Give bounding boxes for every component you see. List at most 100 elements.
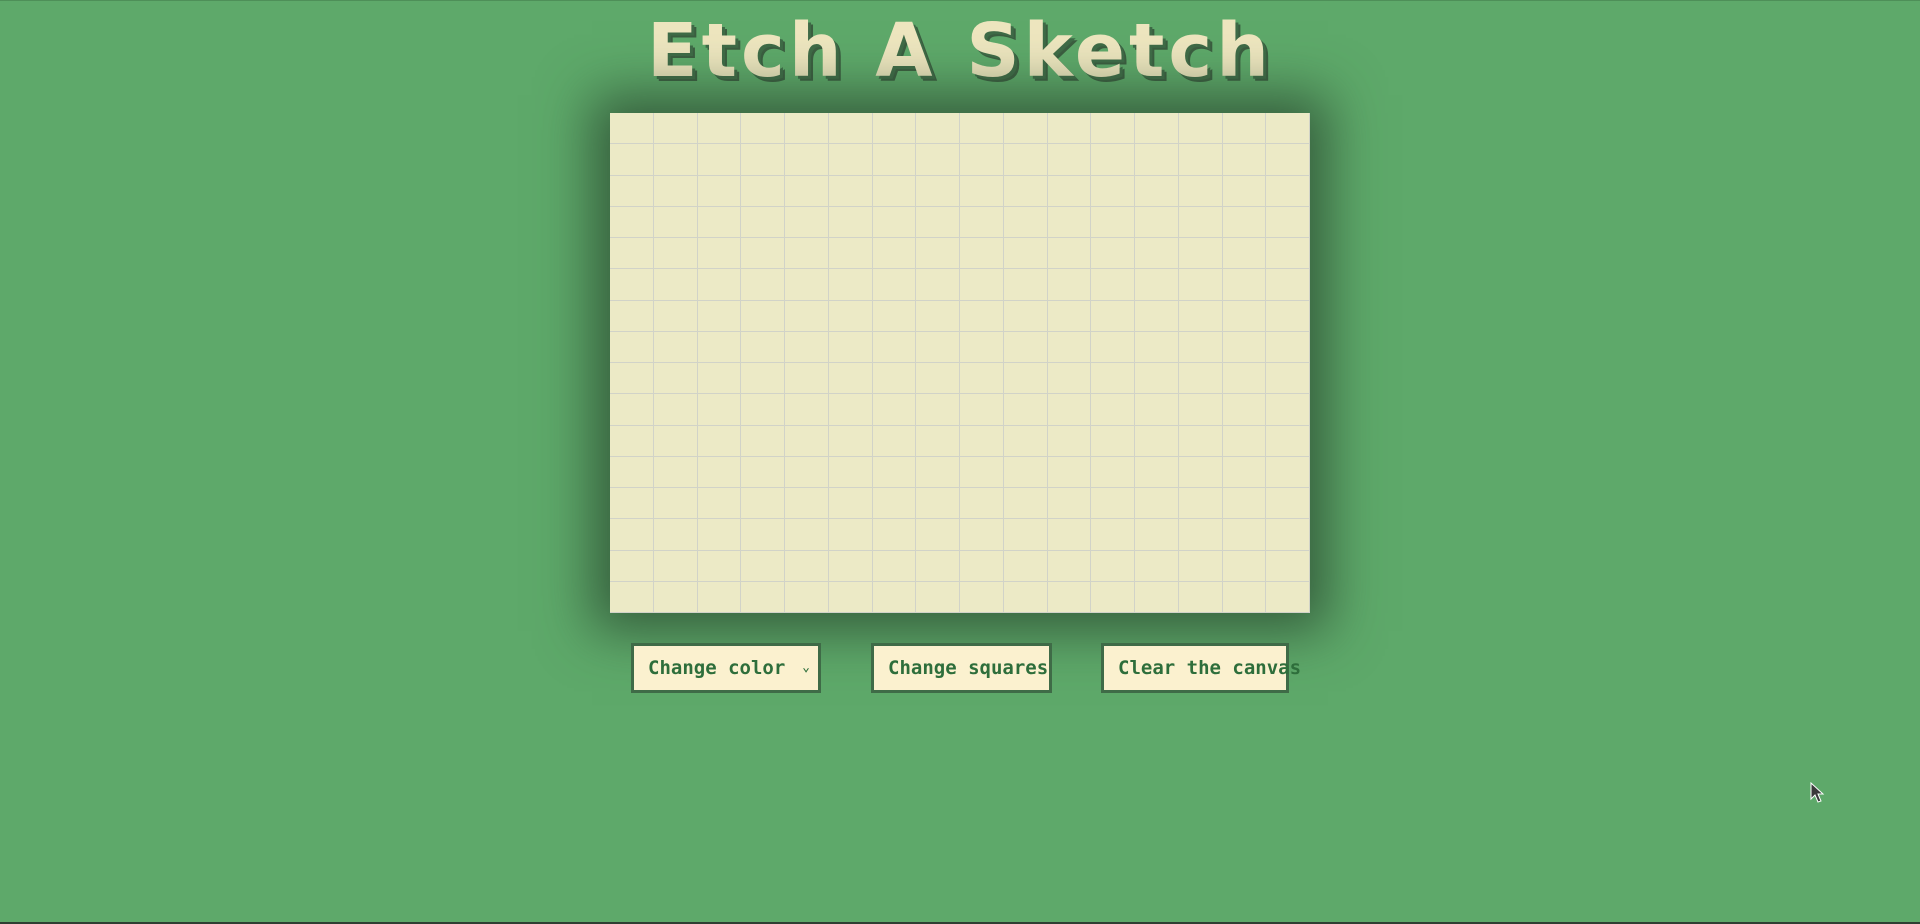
grid-cell[interactable] — [1047, 269, 1092, 301]
grid-cell[interactable] — [1266, 519, 1310, 551]
grid-cell[interactable] — [610, 144, 654, 176]
grid-cell[interactable] — [741, 238, 785, 270]
grid-cell[interactable] — [1266, 550, 1310, 582]
grid-cell[interactable] — [1091, 144, 1135, 176]
grid-cell[interactable] — [872, 394, 917, 426]
grid-cell[interactable] — [1091, 300, 1135, 332]
grid-cell[interactable] — [1047, 175, 1092, 207]
grid-cell[interactable] — [697, 238, 742, 270]
grid-cell[interactable] — [916, 519, 960, 551]
grid-cell[interactable] — [828, 269, 873, 301]
grid-cell[interactable] — [1266, 238, 1310, 270]
grid-cell[interactable] — [1178, 175, 1223, 207]
grid-cell[interactable] — [610, 238, 654, 270]
change-squares-button[interactable]: Change squares — [871, 643, 1052, 693]
grid-cell[interactable] — [741, 113, 785, 145]
grid-cell[interactable] — [1178, 394, 1223, 426]
grid-cell[interactable] — [741, 394, 785, 426]
grid-cell[interactable] — [741, 456, 785, 488]
grid-cell[interactable] — [828, 206, 873, 238]
grid-cell[interactable] — [960, 425, 1004, 457]
grid-cell[interactable] — [1266, 331, 1310, 363]
grid-cell[interactable] — [741, 519, 785, 551]
grid-cell[interactable] — [872, 175, 917, 207]
grid-cell[interactable] — [828, 238, 873, 270]
grid-cell[interactable] — [1222, 300, 1267, 332]
grid-cell[interactable] — [1047, 206, 1092, 238]
grid-cell[interactable] — [697, 113, 742, 145]
grid-cell[interactable] — [1178, 144, 1223, 176]
grid-cell[interactable] — [1135, 113, 1179, 145]
grid-cell[interactable] — [960, 206, 1004, 238]
grid-cell[interactable] — [1091, 425, 1135, 457]
grid-cell[interactable] — [1178, 331, 1223, 363]
grid-cell[interactable] — [785, 175, 829, 207]
grid-cell[interactable] — [1135, 269, 1179, 301]
grid-cell[interactable] — [1047, 581, 1092, 613]
grid-cell[interactable] — [1003, 175, 1048, 207]
grid-cell[interactable] — [1047, 550, 1092, 582]
grid-cell[interactable] — [785, 425, 829, 457]
grid-cell[interactable] — [1135, 238, 1179, 270]
grid-cell[interactable] — [960, 519, 1004, 551]
grid-cell[interactable] — [697, 488, 742, 520]
grid-cell[interactable] — [1003, 394, 1048, 426]
grid-cell[interactable] — [785, 394, 829, 426]
grid-cell[interactable] — [697, 300, 742, 332]
grid-cell[interactable] — [960, 269, 1004, 301]
grid-cell[interactable] — [653, 144, 698, 176]
grid-cell[interactable] — [1003, 425, 1048, 457]
grid-cell[interactable] — [1047, 394, 1092, 426]
grid-cell[interactable] — [1178, 269, 1223, 301]
grid-cell[interactable] — [653, 550, 698, 582]
grid-cell[interactable] — [697, 394, 742, 426]
grid-cell[interactable] — [872, 519, 917, 551]
grid-cell[interactable] — [960, 394, 1004, 426]
grid-cell[interactable] — [785, 331, 829, 363]
grid-cell[interactable] — [916, 206, 960, 238]
grid-cell[interactable] — [872, 144, 917, 176]
grid-cell[interactable] — [960, 144, 1004, 176]
grid-cell[interactable] — [1003, 519, 1048, 551]
grid-cell[interactable] — [697, 550, 742, 582]
grid-cell[interactable] — [1266, 300, 1310, 332]
grid-cell[interactable] — [960, 456, 1004, 488]
grid-cell[interactable] — [653, 113, 698, 145]
grid-cell[interactable] — [1047, 519, 1092, 551]
grid-cell[interactable] — [872, 113, 917, 145]
grid-cell[interactable] — [741, 550, 785, 582]
grid-cell[interactable] — [1178, 488, 1223, 520]
grid-cell[interactable] — [1135, 331, 1179, 363]
grid-cell[interactable] — [960, 238, 1004, 270]
grid-cell[interactable] — [653, 363, 698, 395]
grid-cell[interactable] — [1003, 238, 1048, 270]
grid-cell[interactable] — [872, 238, 917, 270]
grid-cell[interactable] — [872, 550, 917, 582]
grid-cell[interactable] — [828, 519, 873, 551]
grid-cell[interactable] — [1003, 113, 1048, 145]
grid-cell[interactable] — [1091, 206, 1135, 238]
grid-cell[interactable] — [1266, 581, 1310, 613]
grid-cell[interactable] — [1135, 425, 1179, 457]
grid-cell[interactable] — [741, 144, 785, 176]
grid-cell[interactable] — [1266, 113, 1310, 145]
grid-cell[interactable] — [697, 425, 742, 457]
grid-cell[interactable] — [1135, 300, 1179, 332]
grid-cell[interactable] — [1047, 144, 1092, 176]
grid-cell[interactable] — [1003, 206, 1048, 238]
grid-cell[interactable] — [872, 456, 917, 488]
grid-cell[interactable] — [916, 488, 960, 520]
grid-cell[interactable] — [1266, 363, 1310, 395]
grid-cell[interactable] — [1135, 519, 1179, 551]
grid-cell[interactable] — [872, 300, 917, 332]
grid-cell[interactable] — [697, 581, 742, 613]
grid-cell[interactable] — [1222, 113, 1267, 145]
grid-cell[interactable] — [1047, 363, 1092, 395]
grid-cell[interactable] — [610, 456, 654, 488]
grid-cell[interactable] — [697, 519, 742, 551]
grid-cell[interactable] — [828, 456, 873, 488]
grid-cell[interactable] — [1222, 425, 1267, 457]
grid-cell[interactable] — [1091, 456, 1135, 488]
grid-cell[interactable] — [653, 331, 698, 363]
grid-cell[interactable] — [1222, 488, 1267, 520]
